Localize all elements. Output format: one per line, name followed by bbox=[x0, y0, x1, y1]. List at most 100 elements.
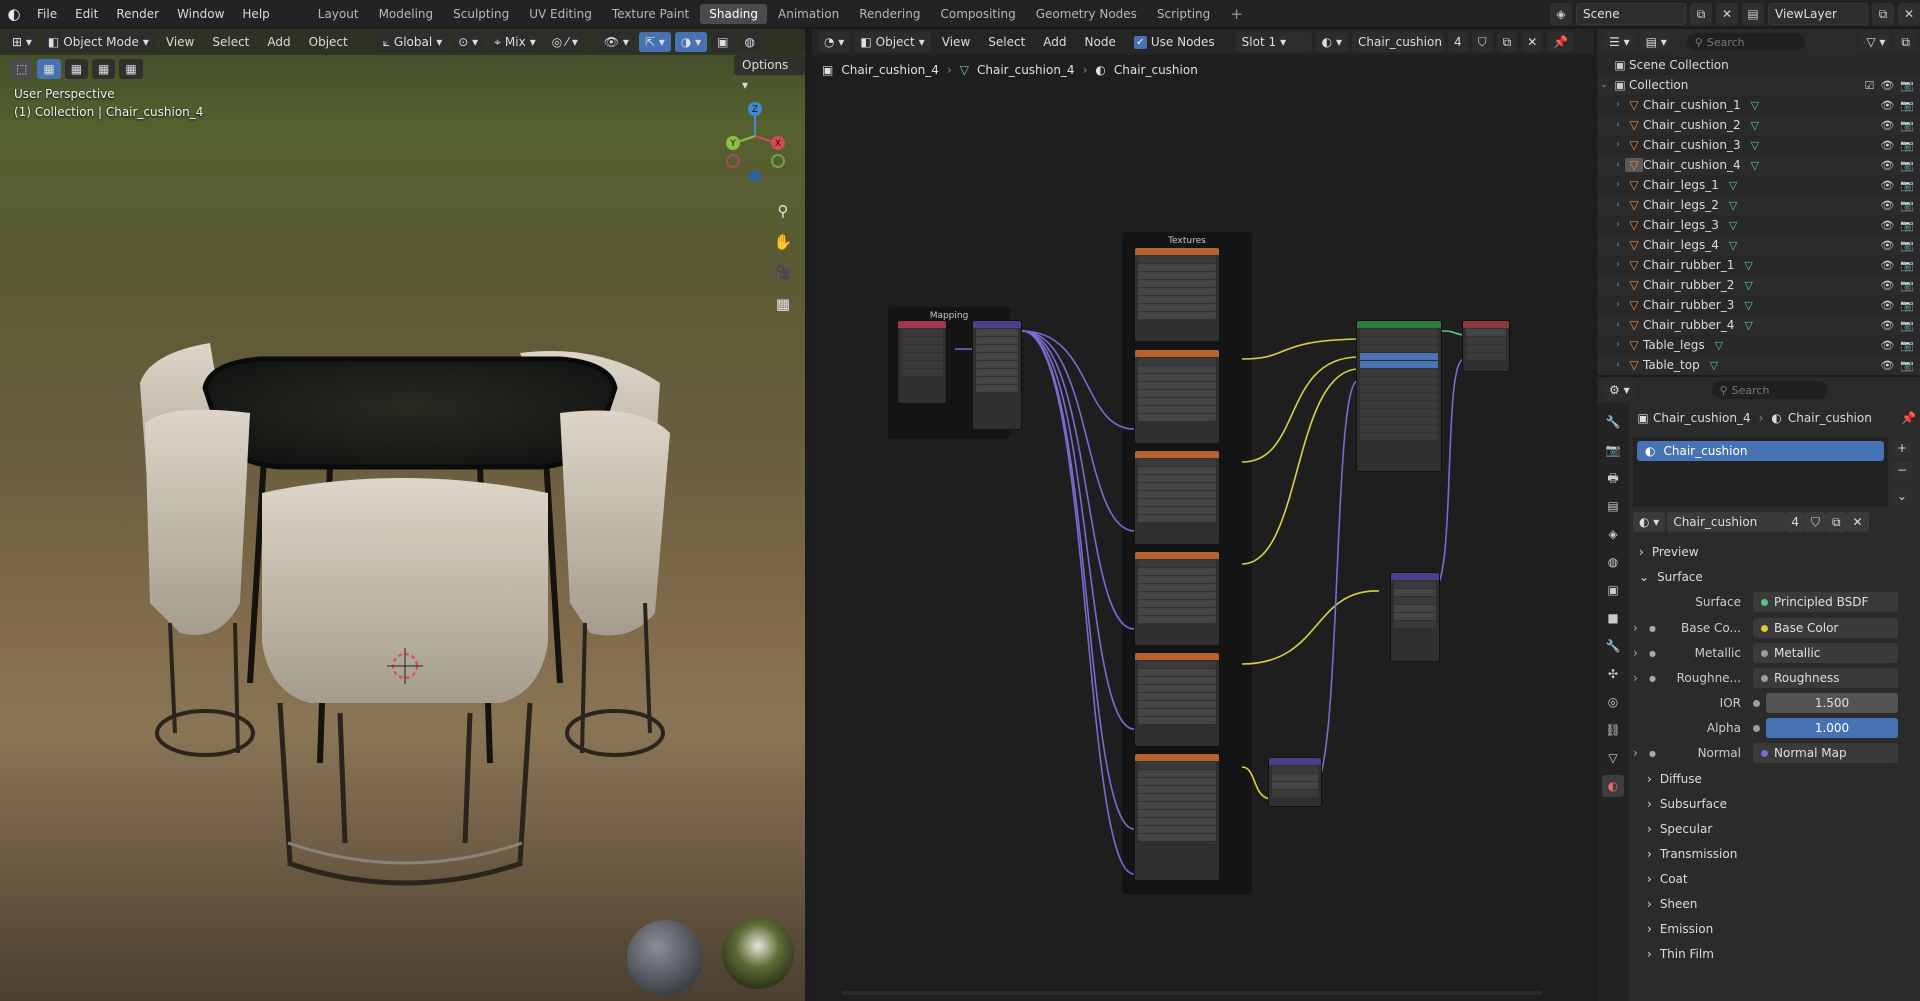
render-camera-icon[interactable]: 📷 bbox=[1900, 339, 1914, 352]
render-tab-icon[interactable]: 📷 bbox=[1602, 439, 1624, 461]
node-mapping[interactable] bbox=[972, 320, 1022, 430]
shader-node-editor[interactable]: ◔ ▾ ◧ Object ▾ View Select Add Node ✓ Use … bbox=[812, 29, 1594, 1001]
selection-mode-invert-icon[interactable]: ▦ bbox=[119, 59, 143, 79]
node-principled-bsdf[interactable] bbox=[1356, 320, 1442, 472]
visibility-eye-icon[interactable]: 👁 bbox=[1880, 259, 1894, 272]
visibility-eye-icon[interactable]: 👁 bbox=[1880, 79, 1894, 92]
delete-scene-icon[interactable]: ✕ bbox=[1716, 3, 1738, 25]
material-slots-list[interactable]: ◐ Chair_cushion bbox=[1633, 437, 1888, 507]
surface-shader-field[interactable]: Principled BSDF bbox=[1753, 592, 1898, 612]
physics-tab-icon[interactable]: ◎ bbox=[1602, 691, 1624, 713]
scene-icon[interactable]: ◈ bbox=[1550, 3, 1572, 25]
slot-menu-icon[interactable]: ⌄ bbox=[1892, 487, 1912, 505]
visibility-eye-icon[interactable]: 👁 bbox=[1880, 119, 1894, 132]
material-tab-icon[interactable]: ◐ bbox=[1602, 775, 1624, 797]
node-image-texture-roughness[interactable] bbox=[1134, 551, 1220, 646]
snap-button[interactable]: ⌖ Mix ▾ bbox=[488, 32, 542, 52]
visibility-eye-icon[interactable]: 👁 bbox=[1880, 179, 1894, 192]
expand-icon[interactable]: › bbox=[1611, 260, 1625, 270]
node-image-texture-displacement[interactable] bbox=[1134, 652, 1220, 747]
base-color-field[interactable]: Base Color bbox=[1753, 618, 1898, 638]
new-collection-icon[interactable]: ⧉ bbox=[1895, 32, 1916, 52]
modifier-tab-icon[interactable]: 🔧 bbox=[1602, 635, 1624, 657]
subpanel-subsurface[interactable]: › Subsurface bbox=[1633, 792, 1920, 816]
visibility-button[interactable]: 👁 ▾ bbox=[597, 32, 635, 52]
render-camera-icon[interactable]: 📷 bbox=[1900, 299, 1914, 312]
tab-rendering[interactable]: Rendering bbox=[850, 4, 929, 24]
node-image-texture-metallic[interactable] bbox=[1134, 450, 1220, 545]
constraints-tab-icon[interactable]: ⛓ bbox=[1602, 719, 1624, 741]
expand-icon[interactable]: › bbox=[1611, 200, 1625, 210]
outliner-item-chair-rubber-1[interactable]: › ▽ Chair_rubber_1 ▽ 👁 📷 bbox=[1597, 255, 1920, 275]
chevron-right-icon[interactable]: › bbox=[1633, 746, 1649, 760]
subpanel-diffuse[interactable]: › Diffuse bbox=[1633, 767, 1920, 791]
tab-animation[interactable]: Animation bbox=[769, 4, 848, 24]
render-camera-icon[interactable]: 📷 bbox=[1900, 319, 1914, 332]
menu-file[interactable]: File bbox=[28, 0, 66, 28]
blender-logo-icon[interactable]: ◐ bbox=[0, 5, 28, 23]
pivot-point-button[interactable]: ⊙ ▾ bbox=[452, 32, 485, 52]
render-camera-icon[interactable]: 📷 bbox=[1900, 359, 1914, 372]
expand-icon[interactable]: › bbox=[1611, 280, 1625, 290]
outliner-item-chair-cushion-1[interactable]: › ▽ Chair_cushion_1 ▽ 👁 📷 bbox=[1597, 95, 1920, 115]
select-box-tool-icon[interactable]: ⬚ bbox=[10, 59, 34, 79]
subpanel-thin-film[interactable]: › Thin Film bbox=[1633, 942, 1920, 966]
subpanel-coat[interactable]: › Coat bbox=[1633, 867, 1920, 891]
expand-icon[interactable]: › bbox=[1611, 360, 1625, 370]
visibility-eye-icon[interactable]: 👁 bbox=[1880, 339, 1894, 352]
3d-viewport[interactable]: ⊞ ▾ ◧ Object Mode ▾ View Select Add Objec… bbox=[0, 29, 805, 1001]
new-view-layer-icon[interactable]: ⧉ bbox=[1872, 3, 1894, 25]
selection-mode-subtract-icon[interactable]: ▦ bbox=[92, 59, 116, 79]
view-layer-icon[interactable]: ▤ bbox=[1742, 3, 1764, 25]
view-layer-tab-icon[interactable]: ▤ bbox=[1602, 495, 1624, 517]
material-users-badge[interactable]: 4 bbox=[1785, 512, 1805, 532]
scene-render[interactable] bbox=[0, 83, 805, 1001]
outliner-item-chair-rubber-3[interactable]: › ▽ Chair_rubber_3 ▽ 👁 📷 bbox=[1597, 295, 1920, 315]
tab-texture-paint[interactable]: Texture Paint bbox=[603, 4, 698, 24]
world-tab-icon[interactable]: ◍ bbox=[1602, 551, 1624, 573]
outliner-item-table-top[interactable]: › ▽ Table_top ▽ 👁 📷 bbox=[1597, 355, 1920, 375]
ior-input[interactable]: 1.500 bbox=[1766, 693, 1898, 713]
expand-icon[interactable]: › bbox=[1611, 300, 1625, 310]
chevron-right-icon[interactable]: › bbox=[1633, 671, 1649, 685]
new-scene-icon[interactable]: ⧉ bbox=[1690, 3, 1712, 25]
menu-help[interactable]: Help bbox=[233, 0, 278, 28]
render-camera-icon[interactable]: 📷 bbox=[1900, 159, 1914, 172]
selection-mode-extend-icon[interactable]: ▦ bbox=[64, 59, 89, 79]
add-slot-icon[interactable]: + bbox=[1892, 439, 1912, 457]
viewport-menu-add[interactable]: Add bbox=[260, 35, 297, 49]
menu-window[interactable]: Window bbox=[168, 0, 233, 28]
tab-modeling[interactable]: Modeling bbox=[370, 4, 443, 24]
node-normal-map[interactable] bbox=[1268, 757, 1322, 807]
subpanel-emission[interactable]: › Emission bbox=[1633, 917, 1920, 941]
roughness-field[interactable]: Roughness bbox=[1753, 668, 1898, 688]
add-workspace-icon[interactable]: + bbox=[1221, 4, 1252, 24]
browse-material-icon[interactable]: ◐ ▾ bbox=[1633, 512, 1666, 532]
tool-tab-icon[interactable]: 🔧 bbox=[1602, 411, 1624, 433]
outliner-item-chair-cushion-2[interactable]: › ▽ Chair_cushion_2 ▽ 👁 📷 bbox=[1597, 115, 1920, 135]
render-camera-icon[interactable]: 📷 bbox=[1900, 259, 1914, 272]
render-camera-icon[interactable]: 📷 bbox=[1900, 199, 1914, 212]
visibility-eye-icon[interactable]: 👁 bbox=[1880, 139, 1894, 152]
expand-icon[interactable]: › bbox=[1611, 160, 1625, 170]
material-slot-item[interactable]: ◐ Chair_cushion bbox=[1637, 441, 1884, 461]
visibility-eye-icon[interactable]: 👁 bbox=[1880, 239, 1894, 252]
visibility-eye-icon[interactable]: 👁 bbox=[1880, 99, 1894, 112]
outliner-item-chair-legs-3[interactable]: › ▽ Chair_legs_3 ▽ 👁 📷 bbox=[1597, 215, 1920, 235]
outliner-editor-type-button[interactable]: ☰ ▾ bbox=[1603, 32, 1636, 52]
visibility-eye-icon[interactable]: 👁 bbox=[1880, 219, 1894, 232]
view-layer-selector[interactable]: ViewLayer bbox=[1768, 3, 1868, 25]
delete-view-layer-icon[interactable]: ✕ bbox=[1898, 3, 1920, 25]
tab-layout[interactable]: Layout bbox=[309, 4, 368, 24]
subpanel-specular[interactable]: › Specular bbox=[1633, 817, 1920, 841]
visibility-eye-icon[interactable]: 👁 bbox=[1880, 279, 1894, 292]
render-camera-icon[interactable]: 📷 bbox=[1900, 219, 1914, 232]
tab-sculpting[interactable]: Sculpting bbox=[444, 4, 518, 24]
preview-panel-header[interactable]: › Preview bbox=[1633, 540, 1920, 564]
node-material-output[interactable] bbox=[1462, 320, 1510, 372]
display-mode-button[interactable]: ▤ ▾ bbox=[1639, 32, 1673, 52]
viewport-menu-select[interactable]: Select bbox=[205, 35, 256, 49]
visibility-eye-icon[interactable]: 👁 bbox=[1880, 299, 1894, 312]
node-texture-coordinate[interactable] bbox=[897, 320, 947, 404]
viewport-menu-view[interactable]: View bbox=[159, 35, 201, 49]
